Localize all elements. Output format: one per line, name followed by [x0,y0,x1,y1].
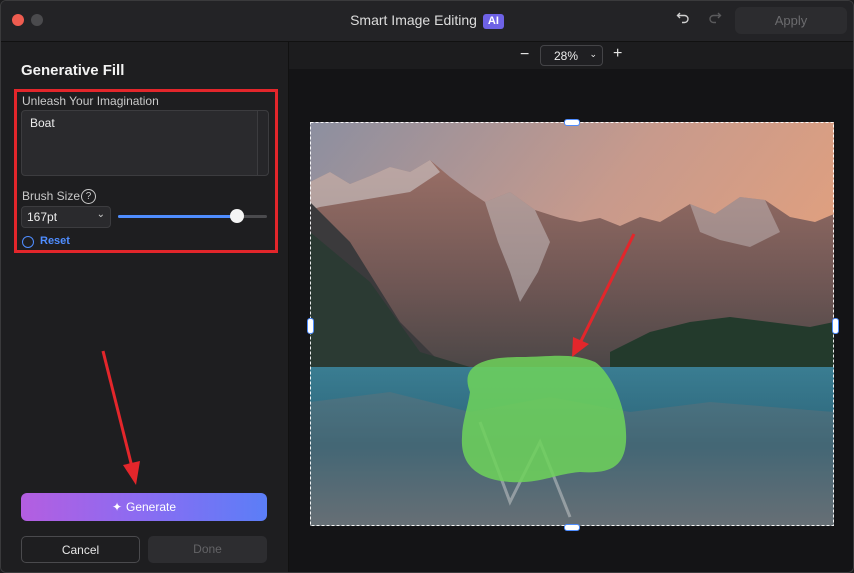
zoom-select[interactable]: 28% ⌄ [540,45,603,66]
prompt-scrollbar[interactable] [257,111,268,175]
image-canvas[interactable] [310,122,834,526]
zoom-toolbar: − 28% ⌄ + [289,42,853,69]
panel-title: Generative Fill [21,62,125,79]
apply-button[interactable]: Apply [735,7,847,34]
brush-size-value: 167pt [27,210,58,224]
generative-fill-panel: Generative Fill Unleash Your Imagination… [1,42,289,572]
help-icon[interactable]: ? [81,189,96,204]
prompt-textarea[interactable]: Boat [21,110,269,176]
resize-handle-left[interactable] [307,318,314,334]
canvas-area: − 28% ⌄ + [289,42,853,572]
generate-label: Generate [126,500,177,514]
sparkle-icon: ✦ [111,500,122,514]
reset-icon[interactable] [22,236,34,248]
zoom-out-button[interactable]: − [520,46,529,64]
redo-icon[interactable] [705,10,725,30]
landscape-photo [310,122,834,526]
generate-button[interactable]: ✦ Generate [21,493,267,521]
window-title-text: Smart Image Editing [350,12,477,28]
chevron-down-icon: ⌄ [96,209,105,220]
done-button[interactable]: Done [148,536,267,563]
resize-handle-top[interactable] [564,119,580,126]
mask-area [461,355,627,483]
cancel-button[interactable]: Cancel [21,536,140,563]
slider-fill [118,215,238,218]
brush-size-select[interactable]: 167pt ⌄ [21,206,111,228]
window-title: Smart Image Editing AI [1,12,853,29]
zoom-value: 28% [554,49,579,63]
resize-handle-right[interactable] [832,318,839,334]
chevron-down-icon: ⌄ [589,49,597,59]
prompt-label: Unleash Your Imagination [22,94,159,108]
slider-thumb[interactable] [230,209,245,223]
resize-handle-bottom[interactable] [564,524,580,531]
prompt-value: Boat [30,116,55,130]
reset-link[interactable]: Reset [40,235,70,247]
brush-size-label: Brush Size [22,189,81,203]
title-bar: Smart Image Editing AI Apply [1,1,853,42]
zoom-in-button[interactable]: + [613,45,622,63]
undo-icon[interactable] [673,10,693,30]
app-window: Smart Image Editing AI Apply Generative F… [0,0,854,573]
ai-badge: AI [482,14,504,29]
brush-size-slider[interactable] [118,209,267,223]
